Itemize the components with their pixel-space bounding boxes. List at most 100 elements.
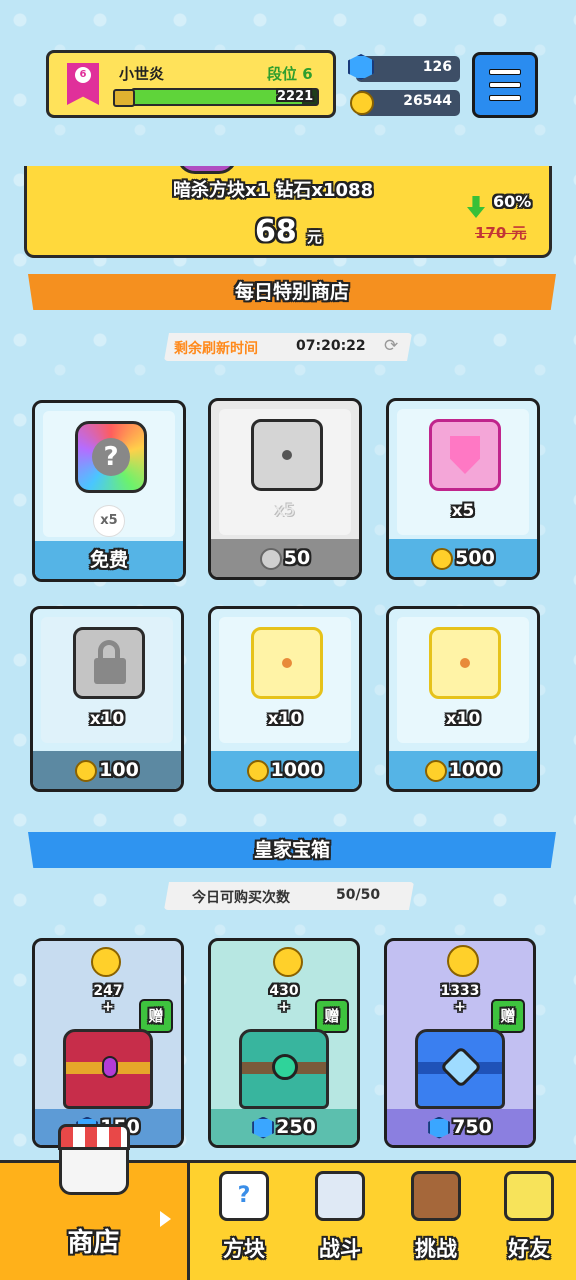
discount-arrow-icon [467, 196, 485, 218]
xp-value: 2221 [277, 89, 314, 104]
card-qty: x5 [451, 501, 475, 521]
gem-icon [428, 1116, 451, 1139]
card-price-wrap: 50 [211, 539, 359, 577]
lock-dice-icon [73, 627, 145, 699]
menu-icon-line [489, 95, 521, 101]
special-offer-banner[interactable]: 暗杀方块x1 钻石x1088 68 元 60% 170 元 [24, 166, 552, 258]
offer-price: 68 [255, 214, 297, 249]
question-mark-icon: ? [92, 438, 130, 476]
chest-price: 750 [452, 1116, 492, 1138]
shop-item-card[interactable]: x10 100 [30, 606, 184, 792]
card-qty: x10 [445, 709, 481, 729]
blue-chest-icon [415, 1029, 505, 1109]
coin-pile-icon [91, 947, 121, 977]
daily-shop-title: 每日特别商店 [234, 281, 349, 303]
friends-icon [504, 1171, 554, 1221]
card-price: 1000 [270, 759, 324, 781]
offer-discount: 60% [493, 192, 532, 211]
card-price: 1000 [448, 759, 502, 781]
tab-challenge-label: 挑战 [415, 1237, 457, 1261]
mystery-dice-icon: ? [75, 421, 147, 493]
tab-dice-label: 方块 [223, 1237, 265, 1261]
shop-item-card[interactable]: x5 500 [386, 398, 540, 580]
coin-pile-icon [447, 945, 479, 977]
offer-price-unit: 元 [307, 228, 323, 246]
chest-gem [102, 1056, 118, 1078]
refresh-time: 07:20:22 [296, 338, 366, 354]
card-price-wrap: 1000 [389, 751, 537, 789]
royal-chest-header: 皇家宝箱 [28, 832, 556, 868]
gem-icon [252, 1116, 275, 1139]
coin-icon [424, 759, 447, 782]
bottom-navigation: 商店 ? 方块 战斗 挑战 好友 [0, 1124, 576, 1280]
tab-battle-label: 战斗 [319, 1237, 361, 1261]
tab-shop[interactable]: 商店 [0, 1124, 190, 1280]
teal-chest-icon [239, 1029, 329, 1109]
chest-price-wrap: 250 [211, 1109, 357, 1145]
card-price: 免费 [89, 549, 128, 571]
tab-friends[interactable]: 好友 [482, 1163, 576, 1280]
card-price-wrap: 500 [389, 539, 537, 577]
shop-icon [57, 1124, 130, 1195]
royal-chest-card[interactable]: 247 + 赠 150 [32, 938, 184, 1148]
purchase-label: 今日可购买次数 [192, 890, 290, 906]
awning [57, 1124, 130, 1150]
card-price-wrap: 1000 [211, 751, 359, 789]
silver-coin-icon [259, 547, 282, 570]
shop-item-card[interactable]: x5 50 [208, 398, 362, 580]
coin-icon [431, 547, 454, 570]
chest-gem [439, 1045, 483, 1089]
card-price: 50 [283, 547, 311, 569]
dice-pip [282, 450, 292, 460]
tab-challenge[interactable]: 挑战 [388, 1163, 484, 1280]
trophy-wings-icon [113, 89, 135, 107]
purchase-count: 50/50 [336, 887, 381, 903]
card-qty: x5 [93, 505, 125, 537]
card-price: 500 [455, 547, 495, 569]
shield-shape [450, 436, 480, 474]
chest-coins: 1333 [440, 983, 480, 999]
refresh-label: 剩余刷新时间 [174, 341, 258, 357]
growth-dice-icon [429, 627, 501, 699]
royal-chest-card[interactable]: 1333 + 赠 750 [384, 938, 536, 1148]
shop-item-card[interactable]: ? x5 免费 [32, 400, 186, 582]
gem-count: 126 [422, 59, 452, 75]
card-qty: x10 [267, 709, 303, 729]
menu-button[interactable] [472, 52, 538, 118]
offer-old-price: 170 元 [475, 224, 527, 242]
red-chest-icon [63, 1029, 153, 1109]
coin-count: 26544 [403, 93, 452, 109]
gift-badge: 赠 [491, 999, 525, 1033]
tab-dice[interactable]: ? 方块 [196, 1163, 292, 1280]
dice-icon: ? [219, 1171, 269, 1221]
dice-question: ? [237, 1183, 251, 1208]
play-arrow-icon [160, 1211, 171, 1227]
chest-price-wrap: 750 [387, 1109, 533, 1145]
coin-pile-icon [273, 947, 303, 977]
coin-icon [75, 759, 98, 782]
dice-pip [282, 658, 292, 668]
refresh-icon[interactable]: ⟳ [384, 336, 398, 356]
tab-friends-label: 好友 [508, 1237, 550, 1261]
shop-item-card[interactable]: x10 1000 [386, 606, 540, 792]
chest-price: 250 [276, 1116, 316, 1138]
dice-pip [460, 658, 470, 668]
chest-gem [272, 1054, 298, 1080]
growth-dice-icon [251, 627, 323, 699]
offer-items: 暗杀方块x1 钻石x1088 [173, 180, 374, 201]
tab-battle[interactable]: 战斗 [292, 1163, 388, 1280]
menu-icon [489, 69, 521, 75]
rank-badge-number: 6 [75, 67, 91, 83]
chest-coins: 430 [269, 983, 299, 999]
lock-shackle [98, 640, 120, 662]
spike-dice-icon [251, 419, 323, 491]
coin-icon [350, 91, 374, 115]
daily-shop-header: 每日特别商店 [28, 274, 556, 310]
menu-icon-line [489, 82, 521, 88]
rank-label: 段位 6 [267, 65, 313, 83]
royal-chest-card[interactable]: 430 + 赠 250 [208, 938, 360, 1148]
shop-item-card[interactable]: x10 1000 [208, 606, 362, 792]
player-profile-card[interactable]: 6 小世炎 段位 6 2221 [46, 50, 336, 118]
card-qty: x10 [89, 709, 125, 729]
card-qty: x5 [274, 501, 296, 521]
